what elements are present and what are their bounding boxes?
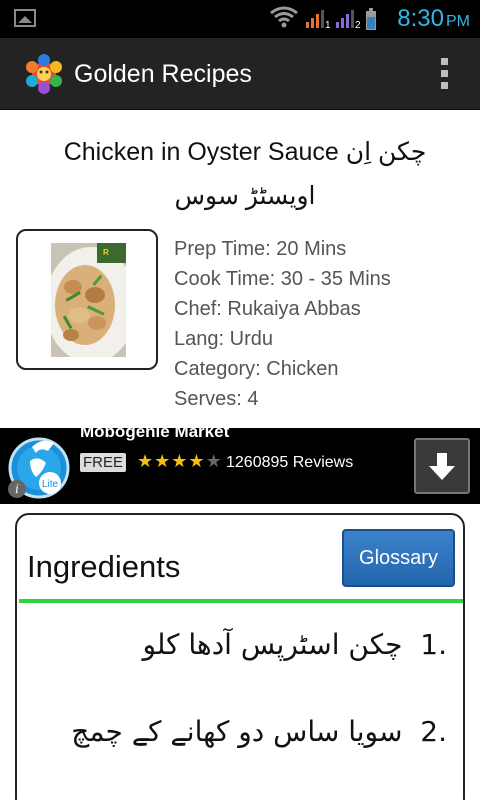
recipe-photo: R: [51, 243, 126, 357]
ingredients-heading: Ingredients: [27, 549, 181, 584]
menu-dot: [440, 70, 448, 77]
detail-chef: Chef: Rukaiya Abbas: [174, 294, 391, 324]
detail-label: Lang:: [174, 328, 225, 350]
status-clock: 8:30 PM: [397, 4, 470, 37]
detail-category: Category: Chicken: [174, 354, 391, 384]
detail-value: 20 Mins: [276, 238, 347, 260]
detail-cook-time: Cook Time: 30 - 35 Mins: [174, 264, 391, 294]
detail-value: 4: [247, 388, 259, 410]
detail-value: Chicken: [266, 358, 339, 380]
star-icon: ★: [188, 451, 206, 472]
ad-reviews-count: 1260895 Reviews: [226, 454, 354, 471]
detail-label: Chef:: [174, 298, 222, 320]
action-bar: Golden Recipes: [0, 38, 480, 110]
signal-sim2-icon: [336, 10, 354, 28]
wifi-icon: [270, 6, 298, 28]
ad-download-button[interactable]: [414, 438, 470, 494]
recipe-title: Chicken in Oyster Sauce چکن اِن اویسٹڑ س…: [63, 138, 427, 210]
clock-ampm: PM: [446, 13, 470, 30]
ingredients-card: Ingredients Glossary چکن اسٹرپس آدھا کلو…: [15, 513, 465, 800]
detail-lang: Lang: Urdu: [174, 324, 391, 354]
ad-price-badge: FREE: [80, 453, 127, 472]
ad-banner[interactable]: Lite i Mobogenie Market FREE ★★★★★ 12608…: [0, 428, 480, 504]
ad-info-icon[interactable]: i: [8, 480, 26, 498]
ingredient-text: چکن اسٹرپس آدھا کلو: [142, 628, 403, 661]
svg-text:R: R: [103, 248, 109, 257]
sim1-label: 1: [325, 20, 331, 31]
ingredient-number: 1.: [420, 628, 447, 661]
detail-label: Prep Time:: [174, 238, 271, 260]
ad-lite-badge: Lite: [42, 479, 59, 490]
detail-value: 30 - 35 Mins: [280, 268, 391, 290]
detail-value: Rukaiya Abbas: [227, 298, 361, 320]
sim2-label: 2: [355, 20, 361, 31]
star-icon: ★: [171, 451, 189, 472]
app-title: Golden Recipes: [74, 60, 252, 88]
detail-label: Cook Time:: [174, 268, 276, 290]
ingredient-text: سویا ساس دو کھانے کے چمچ: [71, 715, 403, 748]
detail-serves: Serves: 4: [174, 384, 391, 414]
signal-sim1-icon: [306, 10, 324, 28]
picture-notification-icon: [14, 9, 36, 27]
star-icon: ★: [137, 451, 155, 472]
ingredient-item: سویا ساس دو کھانے کے چمچ 2.: [71, 715, 447, 748]
battery-icon: [366, 8, 376, 30]
menu-dot: [440, 82, 448, 89]
detail-prep-time: Prep Time: 20 Mins: [174, 234, 391, 264]
ad-title: Mobogenie Market: [80, 428, 230, 441]
detail-label: Serves:: [174, 388, 242, 410]
ad-rating-stars: ★★★★★: [137, 450, 223, 474]
detail-value: Urdu: [229, 328, 273, 350]
ingredient-item: چکن اسٹرپس آدھا کلو 1.: [142, 628, 447, 661]
menu-dot: [440, 58, 448, 65]
ingredient-number: 2.: [420, 715, 447, 748]
star-empty-icon: ★: [205, 451, 223, 472]
golden-recipes-logo-icon[interactable]: [22, 52, 66, 96]
download-arrow-icon: [429, 453, 455, 480]
clock-time: 8:30: [397, 5, 444, 32]
glossary-button[interactable]: Glossary: [342, 529, 455, 587]
overflow-menu-icon[interactable]: [438, 58, 450, 92]
card-divider: [19, 599, 463, 603]
recipe-thumbnail[interactable]: R: [16, 229, 158, 370]
star-icon: ★: [154, 451, 172, 472]
status-bar: 1 2 8:30 PM: [0, 0, 480, 38]
recipe-details: Prep Time: 20 Mins Cook Time: 30 - 35 Mi…: [174, 234, 391, 414]
detail-label: Category:: [174, 358, 261, 380]
